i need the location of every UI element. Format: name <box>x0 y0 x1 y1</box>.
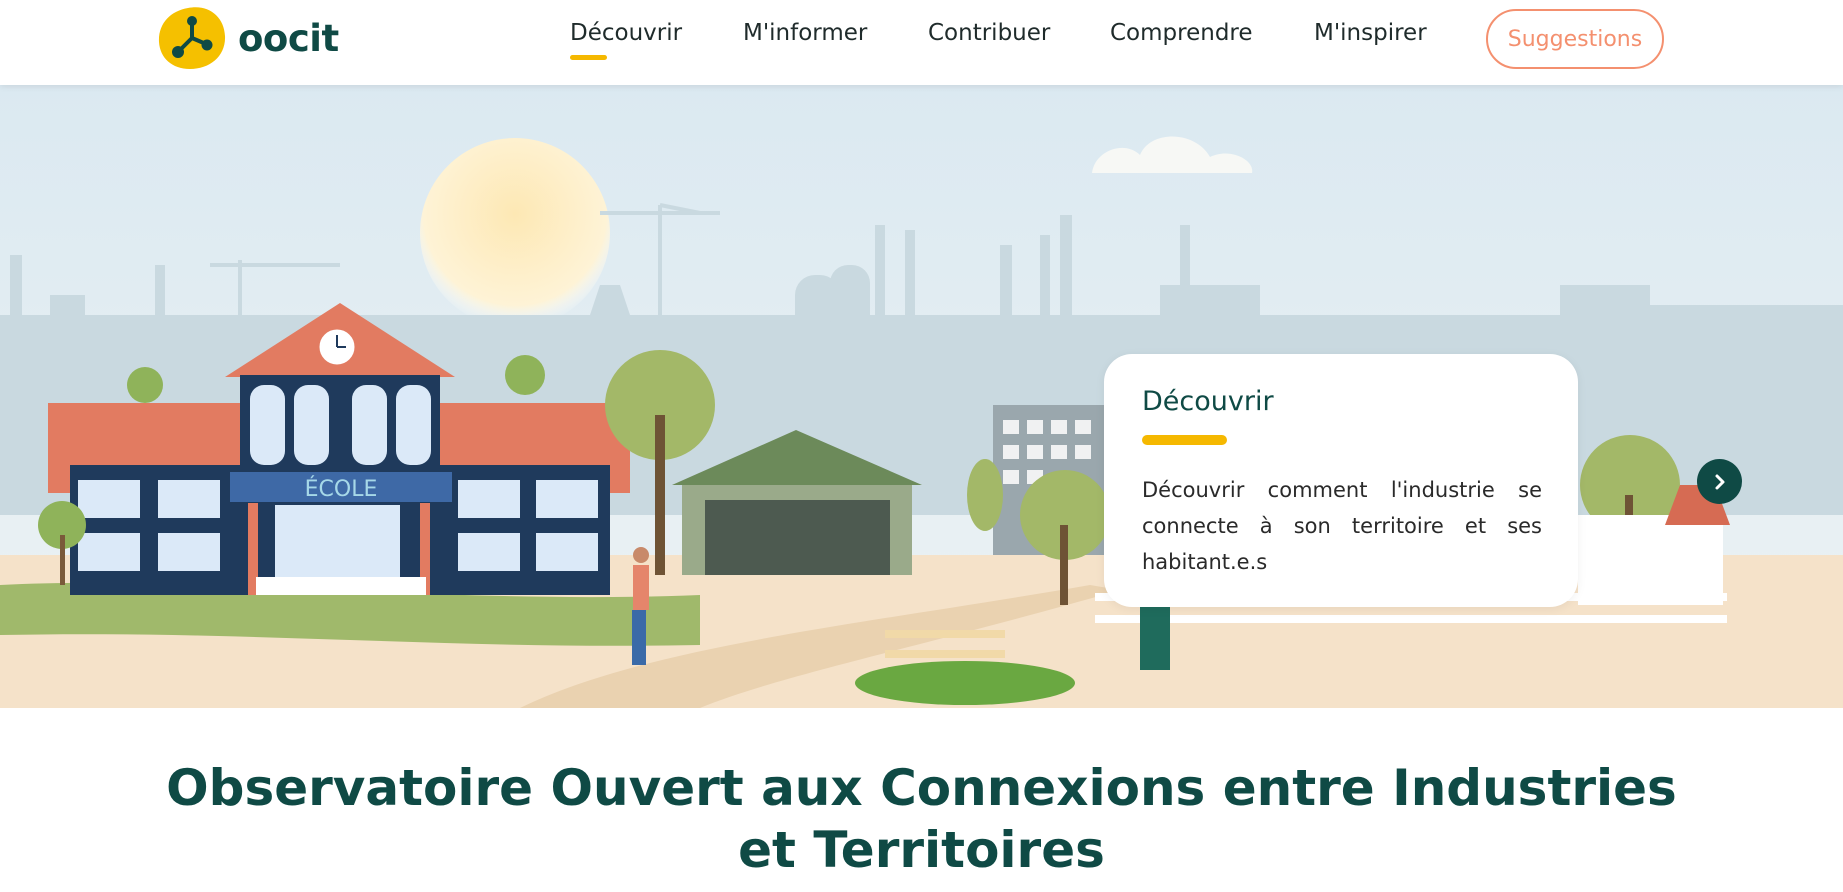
nav-item-minspirer[interactable]: M'inspirer <box>1314 20 1427 46</box>
nav-item-label: M'informer <box>743 20 868 46</box>
nav-item-label: Contribuer <box>928 20 1051 46</box>
suggestions-button[interactable]: Suggestions <box>1486 9 1664 69</box>
card-accent-bar <box>1142 435 1227 445</box>
brand-name: oocit <box>238 16 339 60</box>
nav-item-contribuer[interactable]: Contribuer <box>928 20 1050 46</box>
molecule-logo-icon <box>158 7 226 69</box>
page-title: Observatoire Ouvert aux Connexions entre… <box>166 759 1677 879</box>
hero-card: Découvrir Découvrir comment l'industrie … <box>1104 354 1578 607</box>
logo-link[interactable]: oocit <box>158 6 339 70</box>
site-header: oocit Découvrir M'informer Contribuer Co… <box>0 0 1843 85</box>
nav-item-comprendre[interactable]: Comprendre <box>1110 20 1253 46</box>
school-sign: ÉCOLE <box>305 476 378 502</box>
active-nav-indicator <box>570 55 607 60</box>
nav-item-label: Comprendre <box>1110 20 1253 46</box>
chevron-right-icon <box>1715 474 1724 489</box>
card-title: Découvrir <box>1142 386 1274 417</box>
nav-item-label: Découvrir <box>570 20 683 46</box>
hero-banner: ÉCOLE Découvrir Découvrir comment l'indu… <box>0 85 1843 708</box>
nav-item-minformer[interactable]: M'informer <box>743 20 867 46</box>
card-description: Découvrir comment l'industrie se connect… <box>1142 478 1542 574</box>
nav-item-label: M'inspirer <box>1314 20 1427 46</box>
carousel-next-button[interactable] <box>1697 459 1742 504</box>
nav-item-decouvrir[interactable]: Découvrir <box>570 20 683 60</box>
